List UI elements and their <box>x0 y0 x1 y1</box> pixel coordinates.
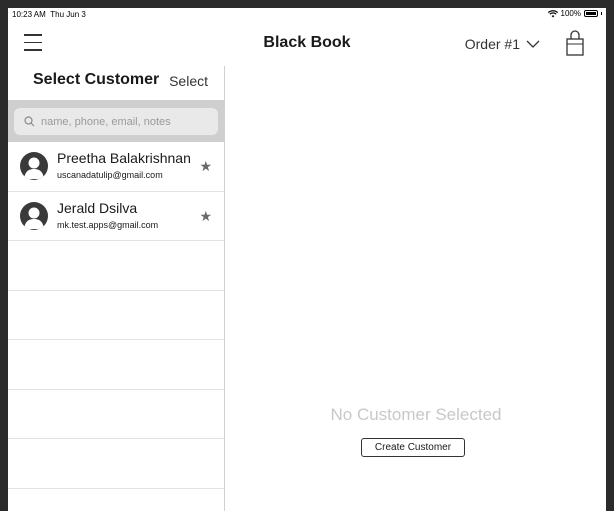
customer-name: Jerald Dsilva <box>57 199 138 216</box>
star-icon[interactable]: ★ <box>199 158 212 175</box>
ipad-screen: 10:23 AM Thu Jun 3 100% Black Book Order… <box>8 8 606 511</box>
select-button[interactable]: Select <box>169 73 208 89</box>
detail-panel: No Customer Selected Create Customer <box>226 66 606 511</box>
battery-icon <box>584 10 598 17</box>
search-icon <box>24 116 35 127</box>
customer-email: mk.test.apps@gmail.com <box>57 219 159 230</box>
customer-email: uscanadatulip@gmail.com <box>57 170 163 180</box>
status-bar: 10:23 AM Thu Jun 3 100% <box>8 8 606 22</box>
status-date: Thu Jun 3 <box>50 10 86 19</box>
chevron-down-icon <box>526 40 540 48</box>
status-time-text: 10:23 AM <box>12 10 46 19</box>
empty-row <box>8 390 224 439</box>
battery-percent: 100% <box>560 9 581 18</box>
empty-state-message: No Customer Selected <box>330 405 502 424</box>
avatar-icon <box>20 152 48 180</box>
create-customer-button[interactable]: Create Customer <box>361 438 465 457</box>
empty-row <box>8 241 224 291</box>
status-time: 10:23 AM Thu Jun 3 <box>12 10 86 19</box>
sidebar-title: Select Customer <box>33 71 160 88</box>
customer-row[interactable]: Preetha Balakrishnan uscanadatulip@gmail… <box>8 142 224 192</box>
star-icon[interactable]: ★ <box>199 208 212 225</box>
search-box <box>14 108 218 135</box>
customer-sidebar: Select Customer Select Preetha Balakrish… <box>8 66 225 511</box>
customer-name: Preetha Balakrishnan <box>57 150 191 166</box>
order-label: Order #1 <box>464 36 520 52</box>
search-bar <box>8 100 224 142</box>
avatar-icon <box>20 201 48 230</box>
order-selector[interactable]: Order #1 <box>465 36 540 52</box>
empty-row <box>8 340 224 390</box>
status-right: 100% <box>547 9 602 18</box>
customer-row[interactable]: Jerald Dsilva mk.test.apps@gmail.com ★ <box>8 192 224 241</box>
search-input[interactable] <box>41 115 201 128</box>
sidebar-header: Select Customer Select <box>8 66 224 100</box>
wifi-icon <box>547 9 558 17</box>
empty-row <box>8 291 224 340</box>
empty-row <box>8 439 224 489</box>
nav-bar: Black Book Order #1 <box>8 22 606 66</box>
shopping-bag-icon[interactable] <box>566 30 584 56</box>
hamburger-icon[interactable] <box>24 34 42 51</box>
battery-nub <box>601 12 602 15</box>
